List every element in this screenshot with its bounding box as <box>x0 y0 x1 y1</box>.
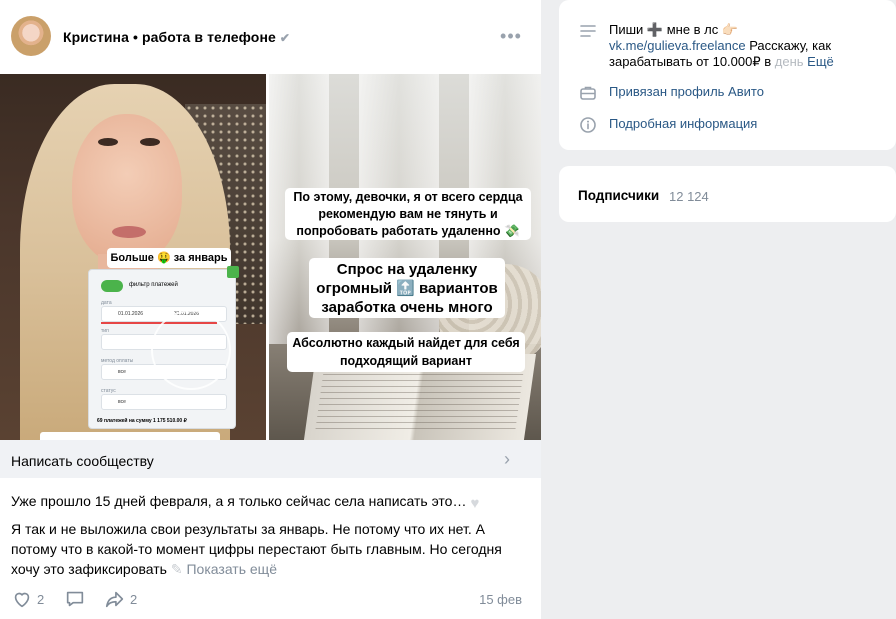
photo-face <box>72 114 182 264</box>
heart-icon <box>14 592 30 608</box>
like-button[interactable]: 2 <box>11 588 44 610</box>
sticker-january: Больше 🤑 за январь 😅 <box>107 248 231 284</box>
post-text-body: Я так и не выложила свои результаты за я… <box>11 519 531 579</box>
watermark-circle <box>151 310 231 390</box>
info-icon <box>580 117 596 133</box>
details-link[interactable]: Подробная информация <box>609 116 757 134</box>
photo-book-lines <box>314 374 524 434</box>
author-tag[interactable]: работа в телефоне <box>142 29 276 45</box>
like-count: 2 <box>37 591 45 607</box>
photo-caption-1: По этому, девочки, я от всего сердца рек… <box>285 188 531 240</box>
share-count: 2 <box>130 591 138 607</box>
write-to-community-label: Написать сообществу <box>11 453 154 469</box>
photo-caption-2: Спрос на удаленку огромный 🔝 вариантов з… <box>309 258 505 318</box>
comment-button[interactable] <box>64 588 86 610</box>
show-more-link[interactable]: Показать ещё <box>186 561 277 577</box>
subscribers-card[interactable]: Подписчики 12 124 <box>559 166 896 222</box>
post-actions: 2 2 15 фев <box>0 588 541 612</box>
info-link[interactable]: vk.me/gulieva.freelance <box>609 38 746 53</box>
white-heart-icon: ♥ <box>470 495 480 512</box>
avatar[interactable] <box>11 16 51 56</box>
post-photos: Больше 🤑 за январь 😅 фильтр платежей дат… <box>0 74 541 440</box>
write-to-community-button[interactable]: Написать сообществу › <box>0 440 541 478</box>
avito-row[interactable]: Привязан профиль Авито <box>579 84 764 102</box>
briefcase-icon <box>580 86 596 100</box>
post-card: Кристина • работа в телефоне ✔ ••• Больше… <box>0 0 541 619</box>
author-name[interactable]: Кристина <box>63 29 129 45</box>
photo-lips <box>112 226 146 238</box>
card-status-value: все <box>118 399 126 405</box>
photo-eye <box>98 138 118 146</box>
share-icon <box>105 591 124 608</box>
info-more-link[interactable]: Ещё <box>807 54 834 69</box>
photo-selfie[interactable]: Больше 🤑 за январь 😅 фильтр платежей дат… <box>0 74 266 440</box>
avito-link[interactable]: Привязан профиль Авито <box>609 84 764 102</box>
info-description-row: Пиши ➕ мне в лс 👉🏻 vk.me/gulieva.freelan… <box>579 22 849 70</box>
green-corner-badge <box>227 266 239 278</box>
subscribers-label: Подписчики <box>578 188 660 203</box>
photo-bottom-strip <box>40 432 220 440</box>
card-status-row: все <box>101 394 227 410</box>
more-icon[interactable]: ••• <box>500 26 522 46</box>
share-button[interactable]: 2 <box>104 588 137 610</box>
card-date-from: 01.01.2026 <box>118 311 144 317</box>
author-separator: • <box>129 29 142 45</box>
check-icon: ✔ <box>279 31 291 45</box>
photo-caption-3: Абсолютно каждый найдет для себя подходя… <box>287 332 525 372</box>
card-filter-label: фильтр платежей <box>129 282 178 288</box>
post-author[interactable]: Кристина • работа в телефоне ✔ <box>63 29 290 45</box>
subscribers-count: 12 124 <box>669 189 709 204</box>
post-text-first-line: Уже прошло 15 дней февраля, а я только с… <box>11 491 531 511</box>
card-total: 69 платежей на сумму 1 175 510.00 ₽ <box>97 418 187 424</box>
toggle-icon <box>101 280 123 292</box>
photo-book-window[interactable]: По этому, девочки, я от всего сердца рек… <box>269 74 541 440</box>
payments-screenshot: фильтр платежей дата 01.01.2026 31.01.20… <box>88 266 239 429</box>
info-line1: Пиши ➕ мне в лс 👉🏻 <box>609 22 739 37</box>
text-lines-icon <box>580 25 596 37</box>
info-faded-text: день <box>774 54 804 69</box>
post-header: Кристина • работа в телефоне ✔ ••• <box>0 0 541 74</box>
post-text-line1: Уже прошло 15 дней февраля, а я только с… <box>11 493 467 509</box>
community-info-card: Пиши ➕ мне в лс 👉🏻 vk.me/gulieva.freelan… <box>559 0 896 150</box>
chevron-right-icon: › <box>504 449 510 469</box>
info-description: Пиши ➕ мне в лс 👉🏻 vk.me/gulieva.freelan… <box>609 22 849 70</box>
card-method-value: все <box>118 369 126 375</box>
details-row[interactable]: Подробная информация <box>579 116 757 134</box>
photo-eye <box>140 138 160 146</box>
comment-icon <box>66 591 84 607</box>
pencil-icon: ✎ <box>170 561 183 577</box>
post-date[interactable]: 15 фев <box>479 592 522 607</box>
